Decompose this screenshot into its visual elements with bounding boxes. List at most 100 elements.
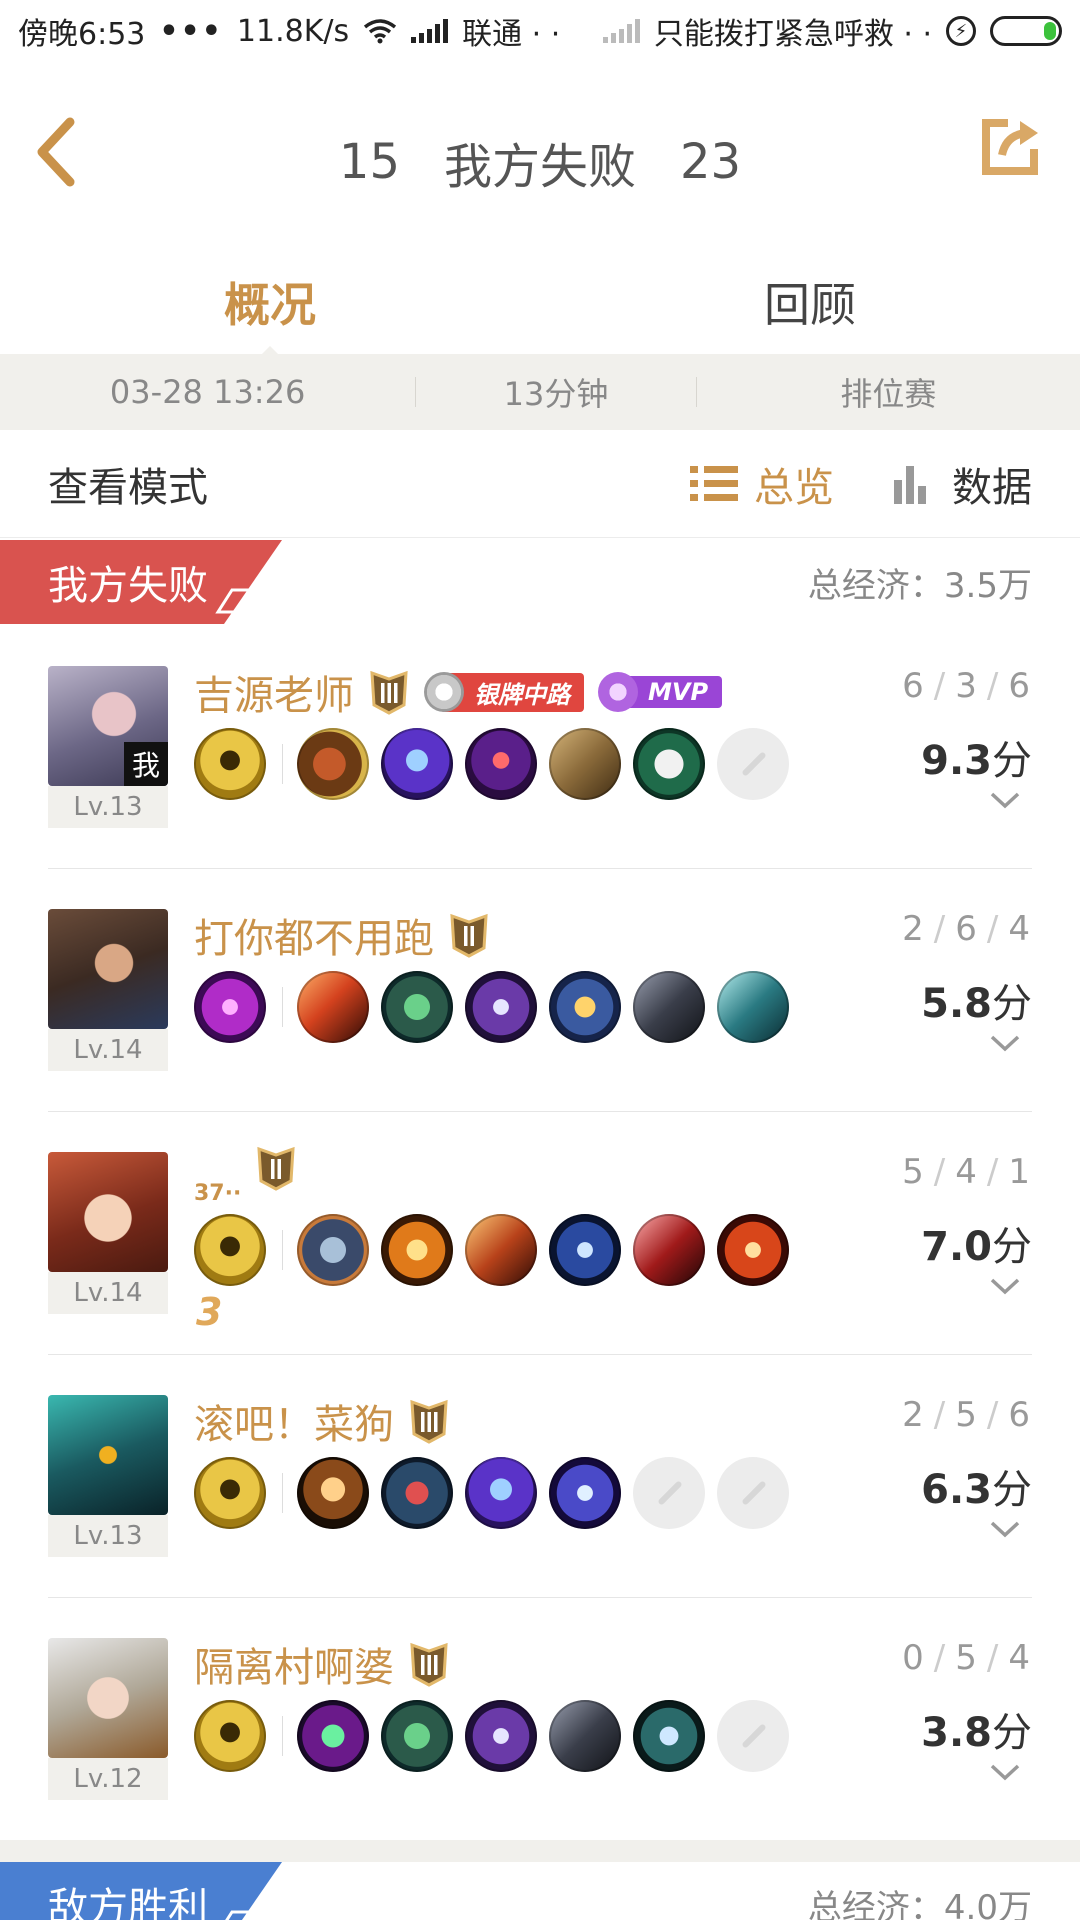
- view-mode-label: 查看模式: [48, 464, 208, 511]
- sword-item-icon[interactable]: [633, 971, 705, 1043]
- chevron-down-icon[interactable]: [988, 1517, 1022, 1541]
- signal-icon: [411, 19, 449, 43]
- player-name: 滚吧！菜狗: [194, 1402, 394, 1448]
- status-dots: •••: [159, 13, 223, 49]
- hero-avatar: [48, 1152, 168, 1272]
- kda: 2/5/6: [902, 1395, 1032, 1435]
- kda: 2/6/4: [902, 909, 1032, 949]
- score-value: 5.8: [921, 981, 992, 1027]
- gem-item-icon[interactable]: [297, 1700, 369, 1772]
- player-level: Lv.14: [48, 1272, 168, 1314]
- mask-item-icon[interactable]: [633, 728, 705, 800]
- sword-item-icon[interactable]: [549, 1700, 621, 1772]
- player-score: 7.0分: [921, 1214, 1032, 1272]
- divider: [282, 987, 283, 1027]
- assists: 1: [1008, 1152, 1032, 1192]
- page-title: 15 我方失败 23: [339, 127, 741, 197]
- sprint-spell-icon[interactable]: [194, 728, 266, 800]
- cup-item-icon[interactable]: [297, 1457, 369, 1529]
- boots-item-icon[interactable]: [381, 1457, 453, 1529]
- bar-chart-icon: [894, 465, 926, 504]
- hat-item-icon[interactable]: [465, 728, 537, 800]
- player-row[interactable]: Lv.13 滚吧！菜狗 2/5/6 6.3分: [0, 1355, 1080, 1598]
- player-row[interactable]: Lv.12 隔离村啊婆 0/5/4 3.8分: [0, 1598, 1080, 1841]
- score-value: 7.0: [921, 1224, 992, 1270]
- sprint-spell-icon[interactable]: [194, 1214, 266, 1286]
- player-row[interactable]: Lv.14 打你都不用跑 2/6/4 5.8分: [0, 869, 1080, 1112]
- rank-badge-icon: [257, 1146, 295, 1191]
- player-level: Lv.14: [48, 1029, 168, 1071]
- assists: 6: [1008, 666, 1032, 706]
- claw-item-icon[interactable]: [465, 1214, 537, 1286]
- spear-item-icon[interactable]: [297, 971, 369, 1043]
- mvp-medal: MVP: [598, 672, 723, 712]
- book-item-icon[interactable]: [549, 728, 621, 800]
- streak-number: 3: [196, 1290, 223, 1334]
- match-datetime: 03-28 13:26: [109, 373, 306, 411]
- bracer-item-icon[interactable]: [633, 1700, 705, 1772]
- match-mode: 排位赛: [840, 375, 937, 413]
- enemy-team-flag: 敌方胜利: [0, 1862, 282, 1920]
- kills: 5: [902, 1152, 926, 1192]
- chevron-down-icon[interactable]: [988, 788, 1022, 812]
- view-mode-bar: 查看模式 总览 数据: [0, 430, 1080, 538]
- tab-review[interactable]: 回顾: [540, 250, 1080, 354]
- fire-item-icon[interactable]: [381, 1214, 453, 1286]
- rank-badge-icon: [370, 670, 408, 715]
- divider: [282, 1230, 283, 1270]
- tab-overview[interactable]: 概况: [0, 250, 540, 368]
- chevron-down-icon[interactable]: [988, 1031, 1022, 1055]
- kills: 0: [902, 1638, 926, 1678]
- trophy-icon: [598, 672, 638, 712]
- me-tag: 我: [124, 742, 168, 786]
- player-row[interactable]: 我 Lv.13 吉源老师 银牌中路 MVP 6 / 3 / 6 9.3分: [0, 626, 1080, 869]
- our-team-economy: 总经济：3.5万: [807, 565, 1032, 606]
- kills: 6: [902, 666, 926, 706]
- sprint-spell-icon[interactable]: [194, 1700, 266, 1772]
- arcane-item-icon[interactable]: [465, 1457, 537, 1529]
- data-mode-button[interactable]: 数据: [886, 455, 1032, 513]
- gear-item-icon[interactable]: [549, 971, 621, 1043]
- deaths: 5: [955, 1395, 979, 1435]
- player-score: 6.3分: [921, 1457, 1032, 1515]
- score-value: 6.3: [921, 1467, 992, 1513]
- player-row[interactable]: Lv.14 37·· 3 5/4/1 7.0分: [0, 1112, 1080, 1355]
- player-score: 9.3分: [921, 728, 1032, 786]
- boots-item-icon[interactable]: [297, 728, 369, 800]
- enemy-team-result: 敌方胜利: [48, 1885, 208, 1920]
- item-list: [194, 1700, 801, 1772]
- sprint-spell-icon[interactable]: [194, 1457, 266, 1529]
- boots-item-icon[interactable]: [381, 1700, 453, 1772]
- divider: [282, 1473, 283, 1513]
- list-icon: [690, 465, 738, 501]
- our-team-flag: 我方失败: [0, 540, 282, 624]
- boots-item-icon[interactable]: [381, 971, 453, 1043]
- player-level: Lv.13: [48, 786, 168, 828]
- rank-badge-icon: [410, 1399, 448, 1444]
- blade-red-item-icon[interactable]: [633, 1214, 705, 1286]
- player-name: 37··: [194, 1180, 242, 1206]
- overview-mode-button[interactable]: 总览: [688, 455, 834, 513]
- no-signal-icon: [602, 19, 640, 43]
- crescent-item-icon[interactable]: [549, 1214, 621, 1286]
- score-unit: 分: [992, 981, 1032, 1027]
- share-icon[interactable]: [980, 117, 1040, 177]
- data-mode-label: 数据: [952, 464, 1032, 511]
- axe-item-icon[interactable]: [465, 971, 537, 1043]
- arcane-item-icon[interactable]: [381, 728, 453, 800]
- header: 15 我方失败 23: [0, 62, 1080, 237]
- back-icon[interactable]: [30, 112, 90, 192]
- punish-spell-icon[interactable]: [194, 971, 266, 1043]
- player-name: 打你都不用跑: [194, 916, 434, 962]
- chevron-down-icon[interactable]: [988, 1274, 1022, 1298]
- blade-item-icon[interactable]: [717, 971, 789, 1043]
- arrow-item-icon[interactable]: [717, 1214, 789, 1286]
- chevron-down-icon[interactable]: [988, 1760, 1022, 1784]
- player-name: 隔离村啊婆: [194, 1645, 394, 1691]
- item-list: [194, 1214, 801, 1286]
- item-list: [194, 1457, 801, 1529]
- boots-item-icon[interactable]: [297, 1214, 369, 1286]
- status-bar: 傍晚6:53 ••• 11.8K/s 联通 · · 只能拨打紧急呼救 · · ⚡: [0, 0, 1080, 62]
- axe-item-icon[interactable]: [465, 1700, 537, 1772]
- staff-item-icon[interactable]: [549, 1457, 621, 1529]
